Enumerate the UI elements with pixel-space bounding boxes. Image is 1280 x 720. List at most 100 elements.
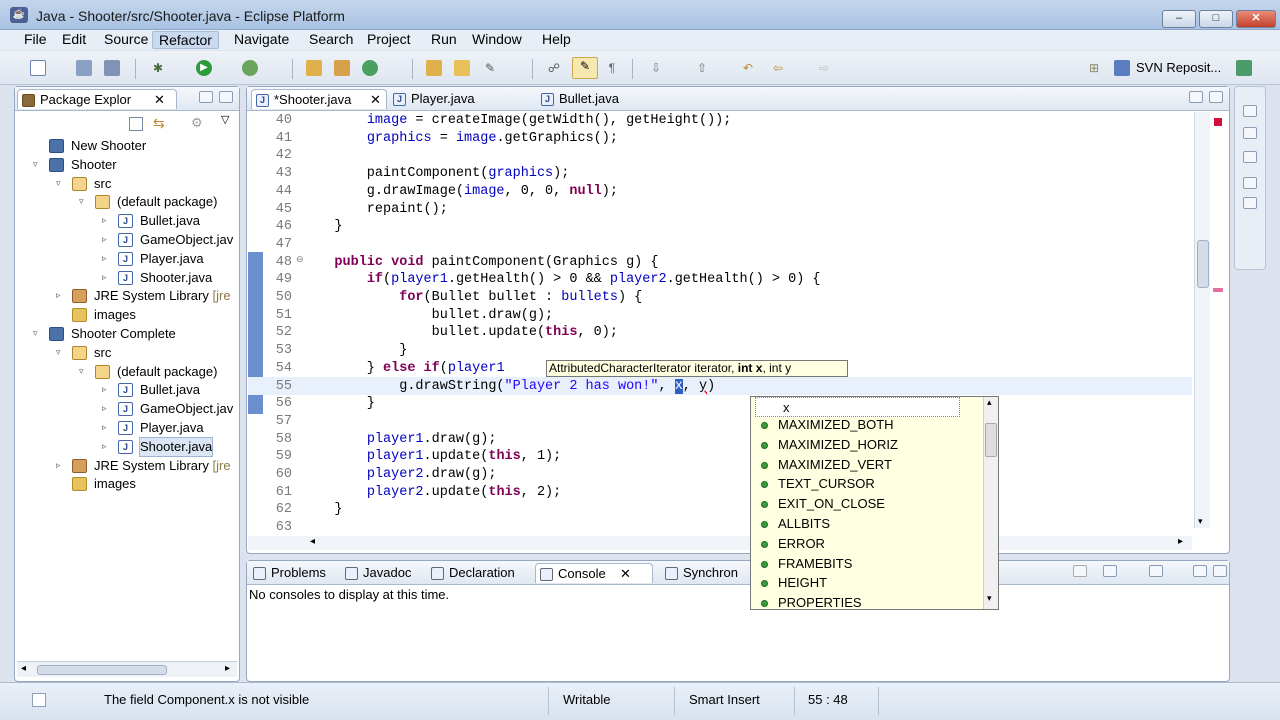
tree-item[interactable]: ▿ src: [56, 344, 111, 362]
twisty-icon[interactable]: ▹: [102, 441, 112, 451]
code-line[interactable]: player1.draw(g);: [302, 431, 497, 449]
maximize-editor-icon[interactable]: [1209, 91, 1223, 103]
external-tools-icon[interactable]: [242, 60, 258, 76]
tree-item[interactable]: New Shooter: [49, 137, 146, 155]
code-line[interactable]: g.drawString("Player 2 has won!", x, y): [302, 378, 715, 396]
tree-item[interactable]: ▿ Shooter: [33, 156, 117, 174]
code-line[interactable]: g.drawImage(image, 0, 0, null);: [302, 183, 618, 201]
tree-item[interactable]: ▹ J GameObject.jav: [102, 400, 233, 418]
display-console-icon[interactable]: [1103, 565, 1117, 577]
code-line[interactable]: graphics = image.getGraphics();: [302, 130, 618, 148]
twisty-icon[interactable]: ▿: [79, 366, 89, 376]
java-perspective-icon[interactable]: [1236, 60, 1252, 76]
outline-icon[interactable]: [1243, 127, 1257, 139]
tree-item[interactable]: ▹ J Player.java: [102, 250, 204, 268]
svn-perspective-button[interactable]: SVN Reposit...: [1136, 60, 1221, 75]
twisty-icon[interactable]: [56, 309, 66, 319]
menu-refactor[interactable]: Refactor: [152, 31, 219, 49]
bottom-tab-console[interactable]: Console ✕: [535, 563, 653, 583]
twisty-icon[interactable]: ▹: [56, 460, 66, 470]
menu-run[interactable]: Run: [425, 31, 463, 49]
menu-project[interactable]: Project: [361, 31, 417, 49]
twisty-icon[interactable]: ▿: [56, 178, 66, 188]
code-line[interactable]: player1.update(this, 1);: [302, 448, 561, 466]
twisty-icon[interactable]: ▹: [102, 422, 112, 432]
task-list-icon[interactable]: [1243, 151, 1257, 163]
mark-occurrences-icon[interactable]: ✎: [572, 57, 598, 79]
tree-item[interactable]: ▹ JRE System Library [jre: [56, 287, 231, 305]
twisty-icon[interactable]: [33, 140, 43, 150]
toggle-breadcrumb-icon[interactable]: ☍: [546, 60, 562, 76]
collapse-all-icon[interactable]: [129, 117, 143, 131]
open-task-icon[interactable]: [454, 60, 470, 76]
twisty-icon[interactable]: [56, 478, 66, 488]
completion-item[interactable]: EXIT_ON_CLOSE: [751, 494, 979, 514]
menu-window[interactable]: Window: [466, 31, 528, 49]
twisty-icon[interactable]: ▿: [56, 347, 66, 357]
tree-item[interactable]: ▹ J Shooter.java: [102, 269, 212, 287]
completion-item[interactable]: MAXIMIZED_HORIZ: [751, 435, 979, 455]
editor-tab[interactable]: J *Shooter.java ✕: [251, 89, 387, 109]
editor-horizontal-scrollbar[interactable]: ◂ ▸: [248, 536, 1192, 550]
code-line[interactable]: image = createImage(getWidth(), getHeigh…: [302, 112, 732, 130]
completion-filter-item[interactable]: x: [755, 397, 960, 417]
completion-item[interactable]: FRAMEBITS: [751, 554, 979, 574]
tree-item[interactable]: ▿ (default package): [79, 193, 217, 211]
bottom-tab-declaration[interactable]: Declaration: [427, 563, 523, 583]
new-package-icon[interactable]: [334, 60, 350, 76]
code-line[interactable]: bullet.update(this, 0);: [302, 324, 618, 342]
tree-item[interactable]: ▹ J Bullet.java: [102, 212, 200, 230]
twisty-icon[interactable]: ▹: [102, 272, 112, 282]
code-line[interactable]: repaint();: [302, 201, 448, 219]
content-assist-popup[interactable]: x MAXIMIZED_BOTH MAXIMIZED_HORIZ MAXIMIZED…: [750, 396, 999, 610]
hierarchy-icon[interactable]: [1243, 197, 1257, 209]
tree-item[interactable]: images: [72, 475, 136, 493]
tree-item[interactable]: ▿ (default package): [79, 363, 217, 381]
code-line[interactable]: }: [302, 501, 342, 519]
completion-item[interactable]: MAXIMIZED_VERT: [751, 455, 979, 475]
minimize-button[interactable]: –: [1162, 10, 1196, 28]
chevron-down-icon[interactable]: ▽: [221, 113, 229, 126]
back-icon[interactable]: ⇦: [770, 60, 786, 76]
next-annotation-icon[interactable]: ⇩: [648, 60, 664, 76]
menu-search[interactable]: Search: [303, 31, 359, 49]
view-menu-icon[interactable]: ⚙: [191, 115, 207, 131]
new-class-icon[interactable]: [362, 60, 378, 76]
close-icon[interactable]: ✕: [154, 90, 165, 110]
code-line[interactable]: player2.update(this, 2);: [302, 484, 561, 502]
twisty-icon[interactable]: ▿: [79, 196, 89, 206]
debug-icon[interactable]: ✱: [150, 60, 166, 76]
tree-item[interactable]: images: [72, 306, 136, 324]
completion-item[interactable]: HEIGHT: [751, 573, 979, 593]
save-icon[interactable]: [76, 60, 92, 76]
horizontal-scrollbar[interactable]: ◂ ▸: [17, 661, 237, 677]
twisty-icon[interactable]: ▹: [56, 290, 66, 300]
bottom-tab-problems[interactable]: Problems: [249, 563, 345, 583]
popup-scrollbar[interactable]: ▴ ▾: [983, 397, 998, 609]
code-line[interactable]: if(player1.getHealth() > 0 && player2.ge…: [302, 271, 821, 289]
completion-item[interactable]: MAXIMIZED_BOTH: [751, 415, 979, 435]
tree-item[interactable]: ▹ J Player.java: [102, 419, 204, 437]
open-console-icon[interactable]: [1149, 565, 1163, 577]
twisty-icon[interactable]: ▹: [102, 403, 112, 413]
tree-item[interactable]: ▹ J Bullet.java: [102, 381, 200, 399]
maximize-view-icon[interactable]: [219, 91, 233, 103]
twisty-icon[interactable]: ▹: [102, 384, 112, 394]
tree-item[interactable]: ▹ J Shooter.java: [102, 436, 214, 457]
twisty-icon[interactable]: ▿: [33, 328, 43, 338]
run-icon[interactable]: ▶: [196, 60, 212, 76]
print-icon[interactable]: [104, 60, 120, 76]
tree-item[interactable]: ▿ Shooter Complete: [33, 325, 176, 343]
code-line[interactable]: paintComponent(graphics);: [302, 165, 570, 183]
fast-view-icon[interactable]: [32, 693, 46, 707]
code-line[interactable]: }: [302, 395, 375, 413]
editor-tab[interactable]: J Bullet.java: [537, 89, 667, 109]
menu-edit[interactable]: Edit: [56, 31, 92, 49]
code-line[interactable]: player2.draw(g);: [302, 466, 497, 484]
forward-icon[interactable]: ⇨: [816, 60, 832, 76]
code-line[interactable]: }: [302, 342, 407, 360]
minimize-view-icon[interactable]: [199, 91, 213, 103]
previous-annotation-icon[interactable]: ⇧: [694, 60, 710, 76]
maximize-button[interactable]: □: [1199, 10, 1233, 28]
completion-item[interactable]: ERROR: [751, 534, 979, 554]
